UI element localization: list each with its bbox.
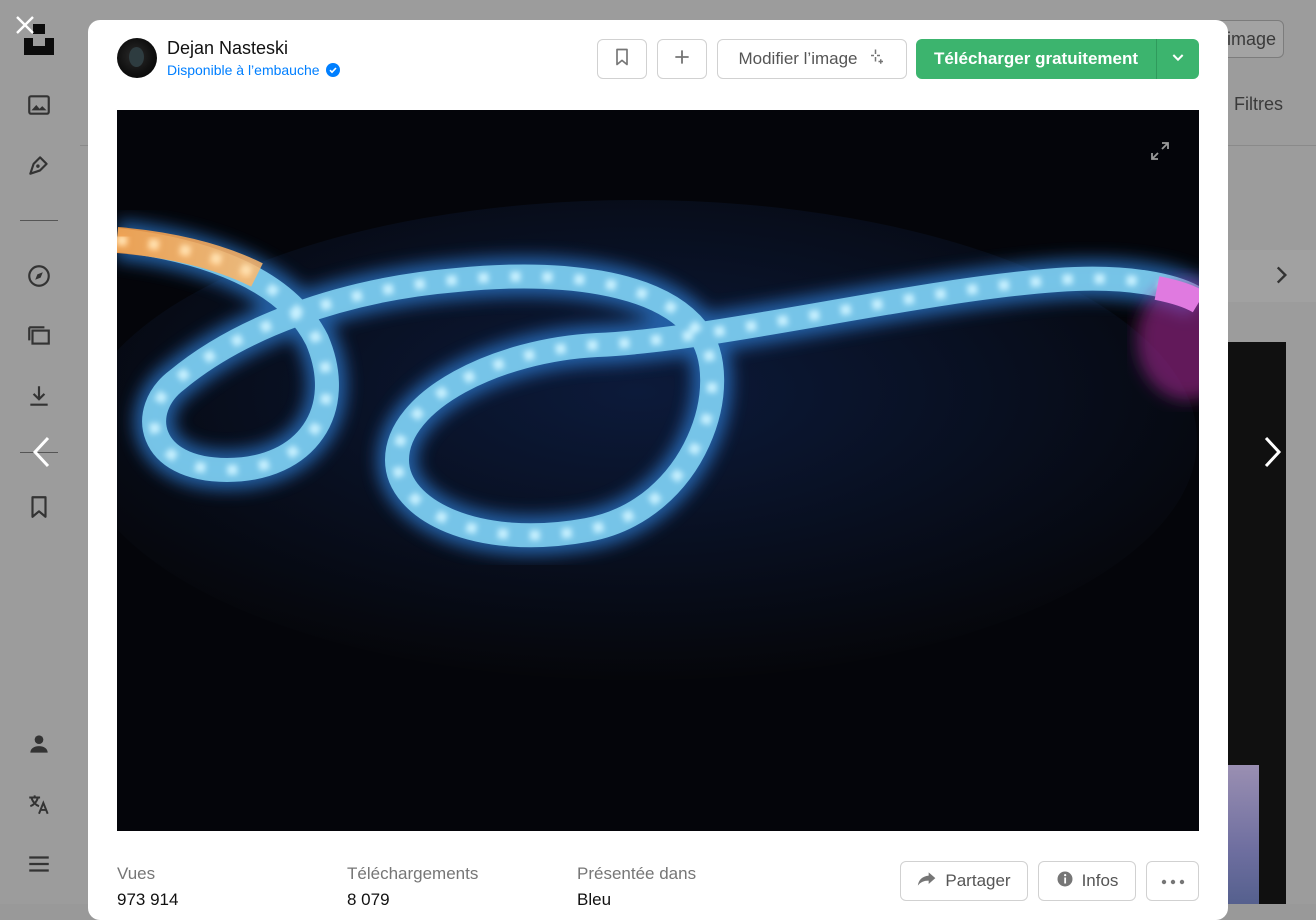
translate-icon[interactable] — [20, 785, 58, 823]
menu-icon[interactable] — [20, 845, 58, 883]
share-button[interactable]: Partager — [900, 861, 1028, 901]
download-button[interactable]: Télécharger gratuitement — [916, 39, 1156, 79]
avatar-face — [129, 47, 144, 67]
add-to-collection-button[interactable] — [657, 39, 707, 79]
stat-label: Vues — [117, 864, 156, 883]
bookmark-icon[interactable] — [20, 488, 58, 526]
chevron-left-icon[interactable] — [22, 430, 62, 474]
more-icon — [1161, 872, 1185, 890]
verified-badge-icon — [325, 63, 340, 77]
sidebar-divider — [20, 220, 58, 221]
led-strip-photo — [117, 110, 1199, 831]
pen-icon[interactable] — [20, 146, 58, 184]
chevron-down-icon — [1170, 49, 1186, 70]
hire-status-link[interactable]: Disponible à l’embauche — [167, 62, 340, 78]
stat-downloads: Téléchargements 8 079 — [347, 864, 478, 910]
user-icon[interactable] — [20, 725, 58, 763]
info-button[interactable]: Infos — [1038, 861, 1136, 901]
edit-image-button[interactable]: Modifier l’image — [717, 39, 907, 79]
filters-button[interactable]: Filtres — [1234, 94, 1283, 115]
featured-topic-link[interactable]: Bleu — [577, 890, 696, 910]
info-label: Infos — [1081, 871, 1119, 890]
share-arrow-icon — [917, 870, 937, 893]
stat-value: 8 079 — [347, 890, 390, 909]
stat-views: Vues 973 914 — [117, 864, 178, 910]
hire-status-label: Disponible à l’embauche — [167, 62, 320, 78]
plus-icon — [672, 47, 692, 72]
close-icon[interactable] — [8, 8, 42, 42]
avatar[interactable] — [117, 38, 157, 78]
stat-value: 973 914 — [117, 890, 179, 909]
chevron-right-icon[interactable] — [1252, 430, 1292, 474]
stat-label: Téléchargements — [347, 864, 479, 883]
bookmark-icon — [612, 47, 632, 72]
download-label: Télécharger gratuitement — [933, 49, 1139, 68]
info-icon — [1056, 870, 1074, 893]
download-icon[interactable] — [20, 377, 58, 415]
download-options-button[interactable] — [1157, 39, 1199, 79]
compass-icon[interactable] — [20, 257, 58, 295]
main-photo[interactable] — [117, 110, 1199, 831]
chevron-right-icon[interactable] — [1268, 262, 1294, 288]
search-by-image-label: image — [1227, 29, 1277, 49]
expand-icon[interactable] — [1145, 136, 1175, 166]
background-photo — [1228, 765, 1259, 904]
more-actions-button[interactable] — [1146, 861, 1199, 901]
bookmark-button[interactable] — [597, 39, 647, 79]
edit-image-label: Modifier l’image — [738, 49, 858, 68]
filters-label: Filtres — [1234, 94, 1283, 114]
share-label: Partager — [945, 871, 1011, 890]
stat-label: Présentée dans — [577, 864, 697, 883]
stat-featured-in: Présentée dans Bleu — [577, 864, 696, 910]
author-name[interactable]: Dejan Nasteski — [167, 38, 288, 59]
sparkle-icon — [868, 48, 886, 71]
image-icon[interactable] — [20, 86, 58, 124]
collections-icon[interactable] — [20, 317, 58, 355]
